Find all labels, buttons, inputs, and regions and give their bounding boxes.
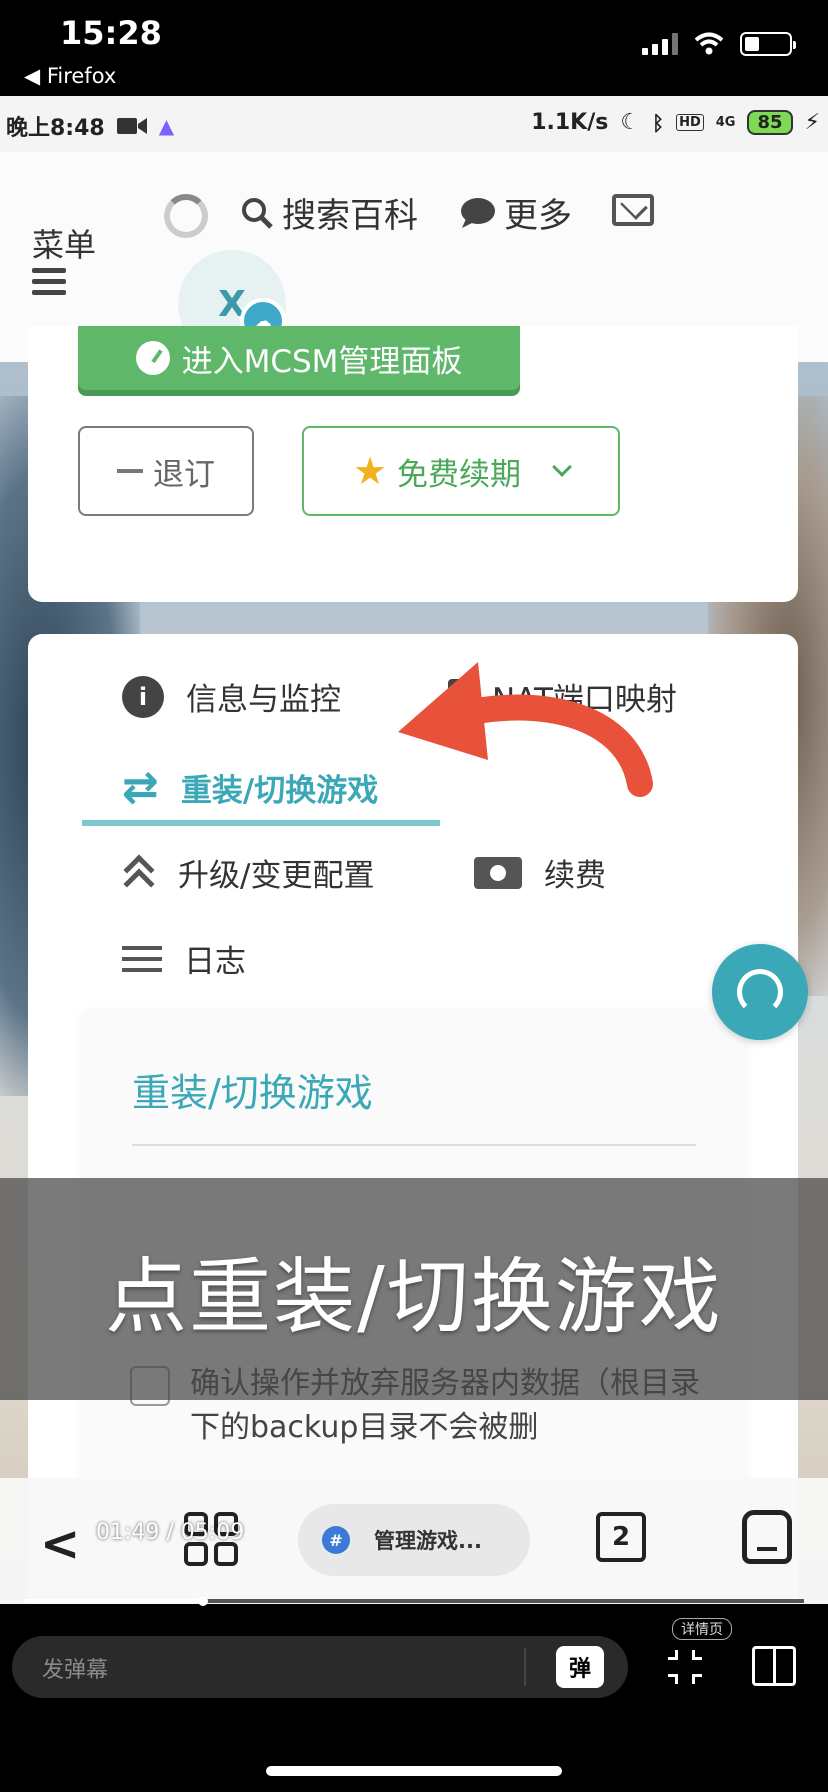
search-wiki-link[interactable]: 搜索百科	[240, 188, 418, 237]
android-clock: 晚上8:48	[6, 116, 105, 141]
mcsm-panel-button[interactable]: 进入MCSM管理面板	[78, 326, 520, 390]
back-arrow-icon: <	[40, 1516, 81, 1572]
section-divider	[132, 1144, 696, 1146]
mail-icon[interactable]	[612, 194, 654, 226]
tab-renewal-fee[interactable]: 续费	[474, 850, 606, 895]
checklist-icon	[122, 939, 162, 979]
server-actions-card: 进入MCSM管理面板 退订 ★ 免费续期	[28, 326, 798, 602]
tab-log-label: 日志	[184, 944, 246, 980]
tab-upgrade-label: 升级/变更配置	[178, 858, 375, 894]
dashboard-gauge-icon	[135, 341, 170, 375]
hd-badge: HD	[676, 114, 704, 131]
menu-list-icon[interactable]	[32, 268, 66, 301]
battery-icon	[740, 32, 796, 56]
tab-log[interactable]: 日志	[122, 936, 246, 981]
network-type: 4G	[715, 115, 736, 130]
more-label: 更多	[504, 196, 572, 236]
search-wiki-label: 搜索百科	[282, 196, 418, 236]
chat-bubble-icon	[461, 197, 495, 228]
split-screen-icon[interactable]	[752, 1646, 796, 1686]
section-title: 重装/切换游戏	[132, 1071, 373, 1115]
money-icon	[474, 856, 522, 889]
danmaku-input[interactable]: 发弹幕 弹	[12, 1636, 628, 1698]
danmaku-toggle-button[interactable]: 弹	[556, 1646, 604, 1688]
progress-thumb[interactable]	[198, 1596, 208, 1606]
minus-icon	[117, 469, 143, 473]
tab-favicon-icon: #	[322, 1526, 350, 1554]
more-link[interactable]: 更多	[460, 188, 572, 237]
back-to-firefox-link[interactable]: ◀ Firefox	[24, 64, 116, 88]
mcsm-button-label: 进入MCSM管理面板	[181, 343, 463, 380]
star-icon: ★	[352, 449, 388, 493]
unsubscribe-button[interactable]: 退订	[78, 426, 254, 516]
recorded-tab-pill: # 管理游戏...	[298, 1504, 530, 1576]
search-icon	[242, 197, 273, 229]
tab-renewal-label: 续费	[544, 858, 606, 894]
cellular-signal-icon	[642, 33, 678, 55]
bluetooth-icon: ᛒ	[652, 110, 665, 135]
double-chevron-up-icon	[122, 853, 156, 900]
detail-page-tag[interactable]: 详情页	[672, 1618, 732, 1640]
home-indicator[interactable]	[266, 1766, 562, 1776]
free-renew-label: 免费续期	[397, 456, 522, 493]
moon-icon: ☾	[620, 110, 641, 135]
video-frame[interactable]: 晚上8:48 ▲ 1.1K/s ☾ ᛒ HD 4G 85 ⚡ 菜单 搜索百科 更…	[0, 96, 828, 1604]
home-icon	[742, 1510, 792, 1564]
chevron-down-icon	[552, 457, 572, 477]
headset-icon	[737, 969, 783, 1015]
info-icon: i	[122, 675, 164, 718]
danmaku-divider	[524, 1648, 526, 1686]
tab-upgrade-config[interactable]: 升级/变更配置	[122, 850, 375, 900]
progress-fill	[24, 1599, 203, 1603]
tab-count-icon: 2	[596, 1512, 646, 1562]
video-subtitle: 点重装/切换游戏	[105, 1249, 723, 1345]
charging-icon: ⚡	[804, 110, 820, 135]
customer-support-button[interactable]	[712, 944, 808, 1040]
recorded-android-status-bar: 晚上8:48 ▲ 1.1K/s ☾ ᛒ HD 4G 85 ⚡	[0, 96, 828, 152]
tab-reinstall-switch-game[interactable]: ⇄ 重装/切换游戏	[122, 762, 378, 813]
tab-reinstall-label: 重装/切换游戏	[180, 773, 379, 809]
player-timecode: 01:49 / 05:09	[96, 1520, 245, 1545]
free-renew-button[interactable]: ★ 免费续期	[302, 426, 620, 516]
wifi-icon	[694, 32, 724, 55]
tab-info-label: 信息与监控	[186, 682, 341, 718]
tab-info-monitor[interactable]: i 信息与监控	[122, 674, 341, 719]
ios-status-icons	[642, 32, 796, 56]
menu-label[interactable]: 菜单	[32, 220, 96, 266]
unsubscribe-label: 退订	[153, 456, 215, 493]
swap-arrows-icon: ⇄	[122, 762, 159, 813]
video-camera-icon	[116, 118, 147, 134]
annotation-arrow-icon	[398, 662, 653, 797]
ios-clock: 15:28	[60, 14, 162, 52]
recorded-tab-title: 管理游戏...	[374, 1529, 482, 1553]
android-battery: 85	[747, 110, 793, 135]
danmaku-placeholder: 发弹幕	[42, 1658, 109, 1683]
network-speed: 1.1K/s	[531, 110, 609, 135]
ios-status-bar: 15:28 ◀ Firefox	[0, 0, 828, 96]
app-notification-icon: ▲	[158, 114, 175, 138]
exit-fullscreen-icon[interactable]	[668, 1650, 702, 1684]
loading-spinner-icon	[164, 194, 208, 238]
